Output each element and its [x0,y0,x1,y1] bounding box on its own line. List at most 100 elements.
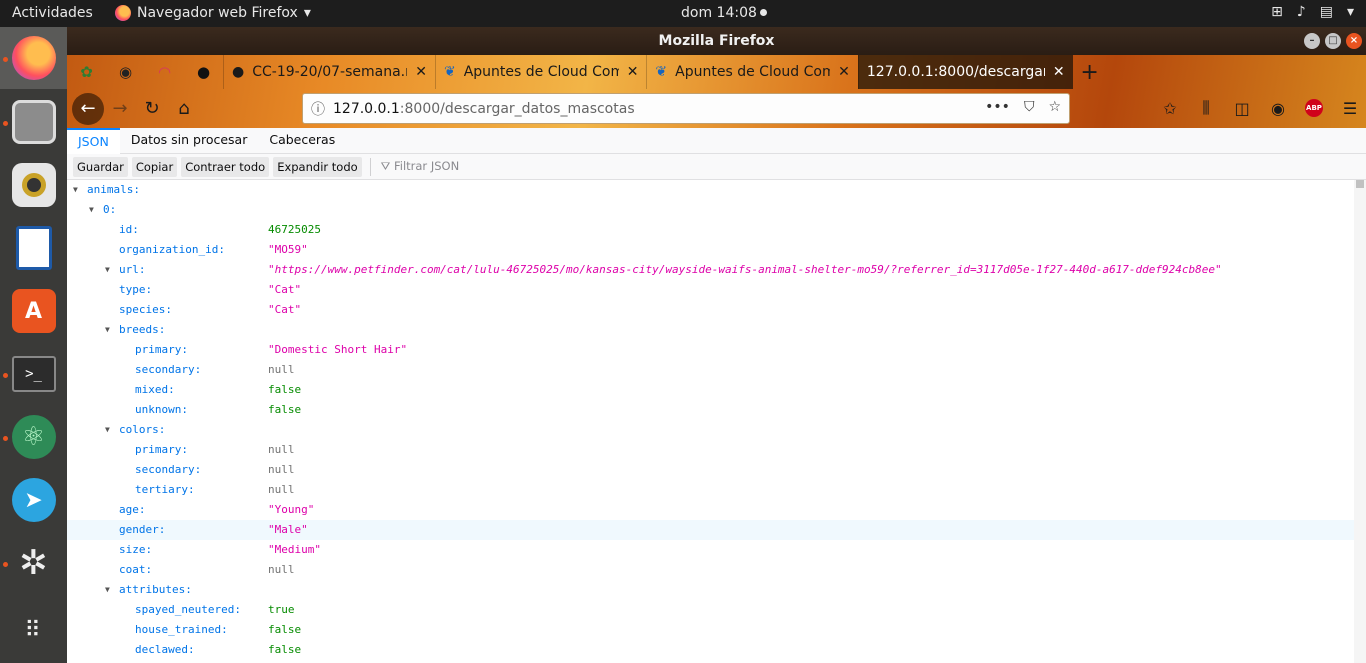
json-row[interactable]: ▼ colors: [67,420,1354,440]
json-row[interactable]: secondary: null [67,460,1354,480]
json-row[interactable]: ▼ animals: [67,180,1354,200]
json-row[interactable]: primary: null [67,440,1354,460]
json-value: true [268,603,295,616]
collapse-all-button[interactable]: Contraer todo [181,156,270,177]
pinned-tab-2[interactable]: ◉ [106,55,145,89]
tab-json[interactable]: JSON [67,128,120,155]
tab-strip: ✿ ◉ ◠ ● ● CC-19-20/07-semana.md ✕ ❦ Apun… [67,55,1366,89]
json-row[interactable]: spayed_neutered: true [67,600,1354,620]
json-row[interactable]: age: "Young" [67,500,1354,520]
dock-atom[interactable]: ⚛ [0,406,67,468]
expand-all-button[interactable]: Expandir todo [273,156,362,177]
clock-label: dom 14:08 [681,5,757,21]
json-row[interactable]: organization_id: "MO59" [67,240,1354,260]
close-tab-icon[interactable]: ✕ [415,64,427,80]
dock-writer[interactable] [0,217,67,279]
json-key: 0: [103,203,117,216]
bookmark-star-icon[interactable]: ☆ [1048,99,1061,115]
json-value: 46725025 [268,223,321,236]
url-path: :8000/descargar_datos_mascotas [399,100,635,117]
expand-toggle-icon[interactable]: ▼ [73,180,78,200]
tab-2[interactable]: ❦ Apuntes de Cloud Comp ✕ [434,55,646,89]
expand-toggle-icon[interactable]: ▼ [105,260,110,280]
activities-button[interactable]: Actividades [12,5,93,21]
json-row[interactable]: house_trained: false [67,620,1354,640]
filter-json-input[interactable]: ⛛ Filtrar JSON [381,159,460,174]
json-row[interactable]: declawed: false [67,640,1354,660]
json-row[interactable]: gender: "Male" [67,520,1354,540]
tab-3[interactable]: ❦ Apuntes de Cloud Comp ✕ [646,55,857,89]
circle-icon: ◉ [118,63,133,81]
json-row[interactable]: ▼ url: "https://www.petfinder.com/cat/lulu… [67,260,1354,280]
bookmarks-star-icon[interactable]: ✩ [1154,92,1186,124]
json-row[interactable]: coat: null [67,560,1354,580]
json-row[interactable]: size: "Medium" [67,540,1354,560]
library-icon[interactable]: ⫼ [1190,92,1222,124]
back-button[interactable]: ← [72,92,104,125]
page-actions-icon[interactable]: ••• [985,99,1010,115]
libreoffice-writer-icon [15,226,52,270]
tab-1[interactable]: ● CC-19-20/07-semana.md ✕ [223,55,435,89]
reload-button[interactable]: ↻ [136,93,168,125]
pinned-tab-3[interactable]: ◠ [145,55,184,89]
tab-raw-data[interactable]: Datos sin procesar [120,128,259,154]
copy-button[interactable]: Copiar [131,156,178,177]
pinned-tab-1[interactable]: ✿ [67,55,106,89]
json-row[interactable]: unknown: false [67,400,1354,420]
json-value: "Domestic Short Hair" [268,343,408,356]
sidebar-icon[interactable]: ◫ [1226,92,1258,124]
json-key: primary: [135,343,188,356]
dock-firefox[interactable] [0,27,67,89]
expand-toggle-icon[interactable]: ▼ [105,420,110,440]
pinned-tab-4[interactable]: ● [184,55,223,89]
json-row[interactable]: ▼ 0: [67,200,1354,220]
json-row[interactable]: secondary: null [67,360,1354,380]
expand-toggle-icon[interactable]: ▼ [105,320,110,340]
json-row[interactable]: ▼ attributes: [67,580,1354,600]
tab-4-selected[interactable]: 127.0.0.1:8000/descargar_d ✕ [857,55,1073,89]
json-row[interactable]: primary: "Domestic Short Hair" [67,340,1354,360]
dock-spider[interactable]: ✲ [0,532,67,594]
close-tab-icon[interactable]: ✕ [1053,64,1065,80]
dock-software[interactable]: A [0,280,67,342]
expand-toggle-icon[interactable]: ▼ [105,580,110,600]
json-row[interactable]: type: "Cat" [67,280,1354,300]
json-row[interactable]: ▼ breeds: [67,320,1354,340]
forward-button[interactable]: → [104,93,136,125]
expand-toggle-icon[interactable]: ▼ [89,200,94,220]
tab-headers[interactable]: Cabeceras [258,128,346,154]
close-tab-icon[interactable]: ✕ [627,64,639,80]
clock[interactable]: dom 14:08 [681,5,767,21]
dock-show-apps[interactable]: ⠿ [0,599,67,661]
pocket-icon[interactable]: ⛉ [1024,99,1035,115]
save-button[interactable]: Guardar [73,156,128,177]
adblock-button[interactable]: ABP [1298,92,1330,124]
dock-files[interactable] [0,91,67,153]
json-row[interactable]: species: "Cat" [67,300,1354,320]
close-tab-icon[interactable]: ✕ [838,64,850,80]
json-row[interactable]: id: 46725025 [67,220,1354,240]
json-row[interactable]: tertiary: null [67,480,1354,500]
home-button[interactable]: ⌂ [168,93,200,125]
json-key: url: [119,263,146,276]
info-icon[interactable]: ⓘ [303,99,333,119]
dock-telegram[interactable]: ➤ [0,469,67,531]
ubuntu-dock: A >_ ⚛ ➤ ✲ ⠿ [0,27,67,663]
app-menu[interactable]: Navegador web Firefox ▾ [115,5,311,21]
menu-hamburger-icon[interactable]: ☰ [1334,92,1366,124]
scrollbar[interactable] [1354,180,1366,663]
spider-web-icon: ✲ [19,543,48,583]
system-tray[interactable]: ⊞ ♪ ▤ ▾ [1271,4,1354,20]
navigation-toolbar: ← → ↻ ⌂ ⓘ 127.0.0.1:8000/descargar_datos… [67,89,1366,128]
close-window-button[interactable]: × [1346,33,1362,49]
account-icon[interactable]: ◉ [1262,92,1294,124]
json-key: declawed: [135,643,195,656]
minimize-button[interactable]: – [1304,33,1320,49]
url-bar[interactable]: ⓘ 127.0.0.1:8000/descargar_datos_mascota… [302,93,1070,124]
scrollbar-thumb[interactable] [1356,180,1364,188]
json-row[interactable]: mixed: false [67,380,1354,400]
maximize-button[interactable]: □ [1325,33,1341,49]
new-tab-button[interactable]: + [1073,55,1107,89]
dock-terminal[interactable]: >_ [0,343,67,405]
dock-rhythmbox[interactable] [0,154,67,216]
